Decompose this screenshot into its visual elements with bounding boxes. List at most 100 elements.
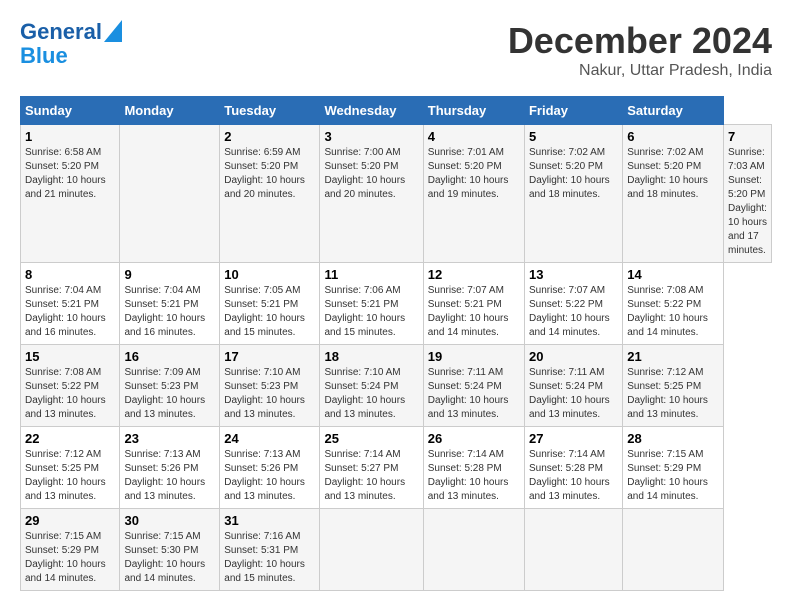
calendar-header-row: SundayMondayTuesdayWednesdayThursdayFrid… (21, 97, 772, 125)
day-info: Sunrise: 7:10 AMSunset: 5:23 PMDaylight:… (224, 366, 315, 422)
calendar-cell-29: 29 Sunrise: 7:15 AMSunset: 5:29 PMDayligh… (21, 509, 120, 591)
day-info: Sunrise: 7:13 AMSunset: 5:26 PMDaylight:… (224, 448, 315, 504)
day-info: Sunrise: 6:59 AMSunset: 5:20 PMDaylight:… (224, 146, 315, 202)
day-number: 4 (428, 129, 520, 144)
calendar-cell-8: 8 Sunrise: 7:04 AMSunset: 5:21 PMDaylight… (21, 263, 120, 345)
day-info: Sunrise: 7:07 AMSunset: 5:22 PMDaylight:… (529, 284, 618, 340)
day-number: 5 (529, 129, 618, 144)
day-number: 10 (224, 267, 315, 282)
header-friday: Friday (524, 97, 622, 125)
day-info: Sunrise: 7:03 AMSunset: 5:20 PMDaylight:… (728, 146, 767, 258)
calendar-body: 1 Sunrise: 6:58 AMSunset: 5:20 PMDaylight… (21, 125, 772, 591)
logo: General Blue (20, 20, 122, 68)
calendar-cell-25: 25Sunrise: 7:14 AMSunset: 5:27 PMDayligh… (320, 427, 423, 509)
day-number: 27 (529, 431, 618, 446)
calendar-week-1: 1 Sunrise: 6:58 AMSunset: 5:20 PMDaylight… (21, 125, 772, 263)
day-number: 25 (324, 431, 418, 446)
calendar-cell-27: 27 Sunrise: 7:14 AMSunset: 5:28 PMDayligh… (524, 427, 622, 509)
day-info: Sunrise: 7:14 AMSunset: 5:28 PMDaylight:… (529, 448, 618, 504)
header-thursday: Thursday (423, 97, 524, 125)
month-title: December 2024 (508, 20, 772, 62)
day-info: Sunrise: 7:13 AMSunset: 5:26 PMDaylight:… (124, 448, 215, 504)
calendar-cell-31: 31 Sunrise: 7:16 AMSunset: 5:31 PMDayligh… (220, 509, 320, 591)
calendar-cell-19: 19Sunrise: 7:11 AMSunset: 5:24 PMDayligh… (423, 345, 524, 427)
day-info: Sunrise: 7:12 AMSunset: 5:25 PMDaylight:… (25, 448, 115, 504)
day-info: Sunrise: 7:06 AMSunset: 5:21 PMDaylight:… (324, 284, 418, 340)
day-number: 28 (627, 431, 719, 446)
day-number: 8 (25, 267, 115, 282)
calendar-cell-22: 22 Sunrise: 7:12 AMSunset: 5:25 PMDayligh… (21, 427, 120, 509)
day-info: Sunrise: 7:08 AMSunset: 5:22 PMDaylight:… (627, 284, 719, 340)
calendar-cell-24: 24Sunrise: 7:13 AMSunset: 5:26 PMDayligh… (220, 427, 320, 509)
calendar-cell-15: 15 Sunrise: 7:08 AMSunset: 5:22 PMDayligh… (21, 345, 120, 427)
page-header: General Blue December 2024 Nakur, Uttar … (20, 20, 772, 80)
day-number: 31 (224, 513, 315, 528)
day-info: Sunrise: 7:11 AMSunset: 5:24 PMDaylight:… (428, 366, 520, 422)
day-info: Sunrise: 7:11 AMSunset: 5:24 PMDaylight:… (529, 366, 618, 422)
day-number: 26 (428, 431, 520, 446)
header-sunday: Sunday (21, 97, 120, 125)
calendar-cell-6: 6 Sunrise: 7:02 AMSunset: 5:20 PMDaylight… (623, 125, 724, 263)
day-number: 30 (124, 513, 215, 528)
day-number: 17 (224, 349, 315, 364)
calendar-cell-21: 21Sunrise: 7:12 AMSunset: 5:25 PMDayligh… (623, 345, 724, 427)
day-number: 11 (324, 267, 418, 282)
calendar-cell-3: 3 Sunrise: 7:00 AMSunset: 5:20 PMDaylight… (320, 125, 423, 263)
day-info: Sunrise: 7:09 AMSunset: 5:23 PMDaylight:… (124, 366, 215, 422)
day-info: Sunrise: 7:10 AMSunset: 5:24 PMDaylight:… (324, 366, 418, 422)
day-info: Sunrise: 7:12 AMSunset: 5:25 PMDaylight:… (627, 366, 719, 422)
calendar-cell-empty (320, 509, 423, 591)
day-number: 16 (124, 349, 215, 364)
logo-text: General (20, 20, 102, 44)
day-info: Sunrise: 7:08 AMSunset: 5:22 PMDaylight:… (25, 366, 115, 422)
day-info: Sunrise: 6:58 AMSunset: 5:20 PMDaylight:… (25, 146, 115, 202)
calendar-cell-4: 4Sunrise: 7:01 AMSunset: 5:20 PMDaylight… (423, 125, 524, 263)
day-info: Sunrise: 7:04 AMSunset: 5:21 PMDaylight:… (25, 284, 115, 340)
day-number: 9 (124, 267, 215, 282)
calendar-week-5: 29 Sunrise: 7:15 AMSunset: 5:29 PMDayligh… (21, 509, 772, 591)
day-number: 6 (627, 129, 719, 144)
day-number: 7 (728, 129, 767, 144)
day-info: Sunrise: 7:15 AMSunset: 5:30 PMDaylight:… (124, 530, 215, 586)
day-info: Sunrise: 7:16 AMSunset: 5:31 PMDaylight:… (224, 530, 315, 586)
day-number: 23 (124, 431, 215, 446)
day-number: 3 (324, 129, 418, 144)
calendar-cell-empty (623, 509, 724, 591)
day-info: Sunrise: 7:07 AMSunset: 5:21 PMDaylight:… (428, 284, 520, 340)
calendar-week-4: 22 Sunrise: 7:12 AMSunset: 5:25 PMDayligh… (21, 427, 772, 509)
day-number: 1 (25, 129, 115, 144)
day-info: Sunrise: 7:15 AMSunset: 5:29 PMDaylight:… (627, 448, 719, 504)
header-saturday: Saturday (623, 97, 724, 125)
day-info: Sunrise: 7:02 AMSunset: 5:20 PMDaylight:… (627, 146, 719, 202)
header-wednesday: Wednesday (320, 97, 423, 125)
calendar-cell-26: 26 Sunrise: 7:14 AMSunset: 5:28 PMDayligh… (423, 427, 524, 509)
day-info: Sunrise: 7:14 AMSunset: 5:28 PMDaylight:… (428, 448, 520, 504)
day-number: 15 (25, 349, 115, 364)
calendar-cell-20: 20Sunrise: 7:11 AMSunset: 5:24 PMDayligh… (524, 345, 622, 427)
title-section: December 2024 Nakur, Uttar Pradesh, Indi… (508, 20, 772, 80)
logo-blue: Blue (20, 44, 68, 68)
day-info: Sunrise: 7:00 AMSunset: 5:20 PMDaylight:… (324, 146, 418, 202)
calendar-cell-1: 1 Sunrise: 6:58 AMSunset: 5:20 PMDaylight… (21, 125, 120, 263)
day-number: 22 (25, 431, 115, 446)
calendar-week-2: 8 Sunrise: 7:04 AMSunset: 5:21 PMDaylight… (21, 263, 772, 345)
day-number: 29 (25, 513, 115, 528)
calendar-cell-empty (524, 509, 622, 591)
day-info: Sunrise: 7:15 AMSunset: 5:29 PMDaylight:… (25, 530, 115, 586)
logo-icon (104, 20, 122, 42)
day-number: 12 (428, 267, 520, 282)
day-number: 13 (529, 267, 618, 282)
day-number: 14 (627, 267, 719, 282)
day-info: Sunrise: 7:04 AMSunset: 5:21 PMDaylight:… (124, 284, 215, 340)
calendar-week-3: 15 Sunrise: 7:08 AMSunset: 5:22 PMDayligh… (21, 345, 772, 427)
calendar-cell-7: 7 Sunrise: 7:03 AMSunset: 5:20 PMDaylight… (724, 125, 772, 263)
day-number: 2 (224, 129, 315, 144)
header-tuesday: Tuesday (220, 97, 320, 125)
calendar-table: SundayMondayTuesdayWednesdayThursdayFrid… (20, 96, 772, 591)
header-monday: Monday (120, 97, 220, 125)
day-info: Sunrise: 7:02 AMSunset: 5:20 PMDaylight:… (529, 146, 618, 202)
calendar-cell-12: 12 Sunrise: 7:07 AMSunset: 5:21 PMDayligh… (423, 263, 524, 345)
location: Nakur, Uttar Pradesh, India (508, 62, 772, 80)
calendar-cell-empty (120, 125, 220, 263)
calendar-cell-5: 5 Sunrise: 7:02 AMSunset: 5:20 PMDaylight… (524, 125, 622, 263)
